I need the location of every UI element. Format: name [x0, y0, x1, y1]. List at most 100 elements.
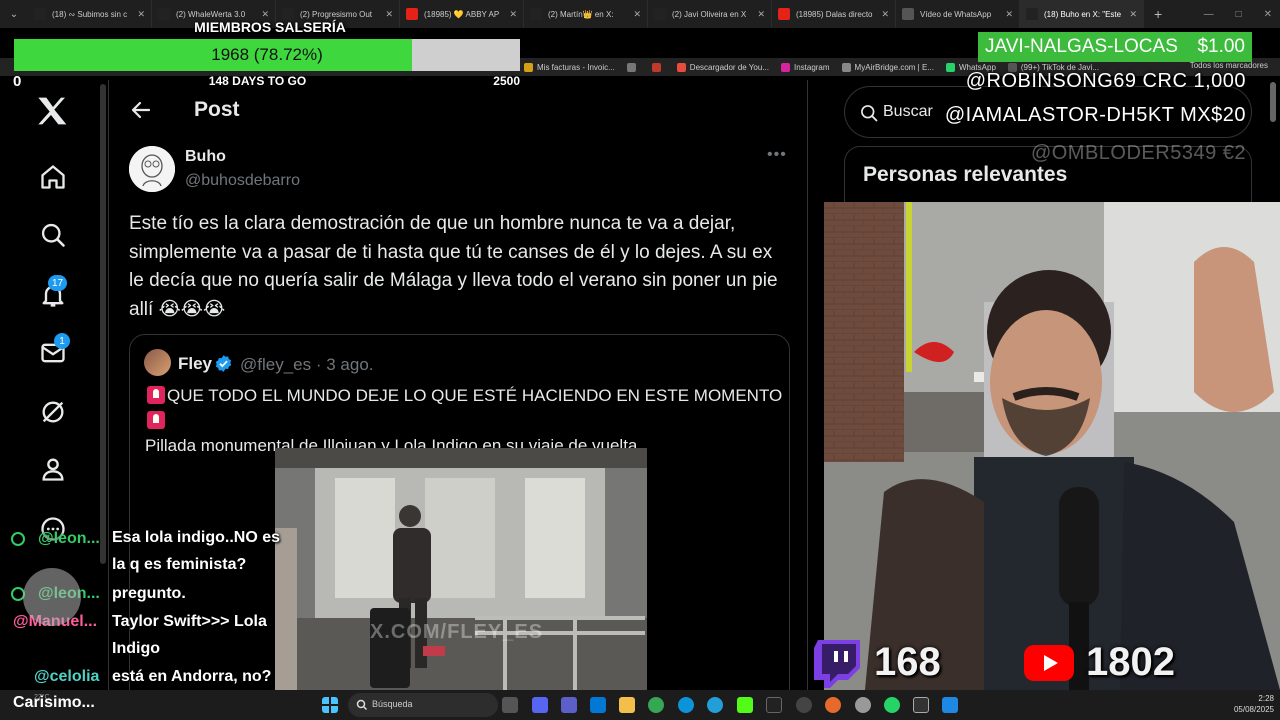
- author-handle[interactable]: @buhosdebarro: [185, 172, 300, 190]
- quoted-video-thumbnail[interactable]: X.COM/FLEY_ES: [275, 448, 647, 708]
- donation-top-name: JAVI-NALGAS-LOCAS: [985, 36, 1178, 57]
- taskbar-search[interactable]: Búsqueda: [348, 693, 498, 717]
- goal-days-left: 148 DAYS TO GO: [208, 74, 307, 88]
- browser-tab[interactable]: (2) Martín👑 en X: ✕: [524, 0, 648, 28]
- notifications-badge: 17: [48, 275, 68, 291]
- search-icon: [859, 103, 879, 123]
- teams-icon[interactable]: [561, 697, 577, 713]
- tab-close-icon[interactable]: ✕: [1129, 9, 1137, 20]
- tab-close-icon[interactable]: ✕: [385, 9, 393, 20]
- tab-search-button[interactable]: ⌄: [0, 0, 28, 28]
- telegram-icon[interactable]: [707, 697, 723, 713]
- post-column: Post Buho @buhosdebarro ••• Este tío es …: [108, 80, 808, 714]
- app-icon[interactable]: [825, 697, 841, 713]
- explore-search-icon[interactable]: [36, 218, 70, 252]
- tab-label: (18) Buho en X: "Este: [1044, 9, 1122, 19]
- tab-close-icon[interactable]: ✕: [757, 9, 765, 20]
- bookmark-item[interactable]: Instagram: [780, 62, 830, 72]
- tab-favicon-icon: [778, 8, 790, 20]
- bookmark-favicon-icon: [626, 62, 636, 72]
- outlook-icon[interactable]: [590, 697, 606, 713]
- tab-close-icon[interactable]: ✕: [137, 9, 145, 20]
- windows-start-icon[interactable]: [322, 697, 338, 713]
- more-dots-icon[interactable]: •••: [767, 146, 787, 164]
- back-arrow-icon[interactable]: [129, 98, 153, 122]
- windows-taskbar: Búsqueda 2:28 05/08/2025: [0, 690, 1280, 720]
- quoted-author-avatar[interactable]: [144, 349, 171, 376]
- youtube-logo-icon: [1024, 645, 1074, 681]
- chat-message-line: Esa lola indigo..NO es: [112, 529, 281, 546]
- browser-tab[interactable]: (2) Javi Oliveira en X ✕: [648, 0, 772, 28]
- app-icon[interactable]: [942, 697, 958, 713]
- task-view-icon[interactable]: [502, 697, 518, 713]
- chat-username[interactable]: @leon...: [38, 530, 100, 548]
- chat-message-line: pregunto.: [112, 585, 186, 602]
- tab-label: (2) Javi Oliveira en X: [672, 9, 747, 19]
- browser-tab[interactable]: (18) ∾ Subimos sin c ✕: [28, 0, 152, 28]
- chat-username[interactable]: Carisimo...: [13, 694, 95, 712]
- author-avatar[interactable]: [129, 146, 175, 192]
- relevant-people-title: Personas relevantes: [863, 163, 1068, 186]
- grok-icon[interactable]: [36, 395, 70, 429]
- chat-username[interactable]: @celolia: [34, 668, 99, 686]
- quoted-author-handle[interactable]: @fley_es · 3 ago.: [240, 355, 374, 375]
- sidebar-scrollbar[interactable]: [100, 84, 106, 564]
- settings-icon[interactable]: [796, 697, 812, 713]
- bookmark-item[interactable]: [626, 62, 640, 72]
- tab-close-icon[interactable]: ✕: [261, 9, 269, 20]
- quoted-author-name[interactable]: Fley: [178, 354, 212, 374]
- chrome-icon[interactable]: [648, 697, 664, 713]
- bookmark-item[interactable]: [651, 62, 665, 72]
- donation-entry: @IAMALASTOR-DH5KT MX$20: [944, 104, 1246, 126]
- donation-highlight: JAVI-NALGAS-LOCAS $1.00: [978, 32, 1252, 62]
- page-scrollbar[interactable]: [1270, 82, 1276, 122]
- bookmark-favicon-icon: [841, 62, 851, 72]
- webcam-feed: [824, 202, 1280, 690]
- tab-close-icon[interactable]: ✕: [633, 9, 641, 20]
- post-text: Este tío es la clara demostración de que…: [129, 213, 778, 320]
- messages-badge: 1: [54, 333, 70, 349]
- weather-temp: 27°C: [34, 694, 50, 701]
- donation-entry: @ROBINSONG69 CRC 1,000: [965, 70, 1246, 92]
- tab-favicon-icon: [34, 8, 46, 20]
- tab-close-icon[interactable]: ✕: [881, 9, 889, 20]
- bookmark-item[interactable]: Descargador de You...: [676, 62, 769, 72]
- bookmark-item[interactable]: Mis facturas - Invoic...: [524, 62, 615, 72]
- quoted-text: QUE TODO EL MUNDO DEJE LO QUE ESTÉ HACIE…: [145, 383, 785, 458]
- file-explorer-icon[interactable]: [619, 697, 635, 713]
- tab-close-icon[interactable]: ✕: [1005, 9, 1013, 20]
- browser-tab[interactable]: (18985) Dalas directo ✕: [772, 0, 896, 28]
- tab-favicon-icon: [902, 8, 914, 20]
- edge-icon[interactable]: [678, 697, 694, 713]
- close-window-icon[interactable]: ✕: [1264, 9, 1272, 20]
- chat-emote-icon: [11, 532, 25, 546]
- taskbar-clock[interactable]: 2:28 05/08/2025: [1226, 693, 1274, 715]
- snipping-tool-icon[interactable]: [913, 697, 929, 713]
- browser-tab[interactable]: (18) Buho en X: "Este ✕: [1020, 0, 1144, 28]
- all-bookmarks[interactable]: Todos los marcadores: [1190, 61, 1268, 70]
- discord-icon[interactable]: [532, 697, 548, 713]
- siren-emoji-icon: [147, 386, 165, 404]
- minimize-icon[interactable]: —: [1204, 9, 1214, 20]
- home-icon[interactable]: [36, 160, 70, 194]
- obs-icon[interactable]: [766, 697, 782, 713]
- whatsapp-icon[interactable]: [884, 697, 900, 713]
- profile-icon[interactable]: [36, 452, 70, 486]
- search-icon: [356, 699, 368, 711]
- author-name[interactable]: Buho: [185, 148, 226, 166]
- x-logo-icon[interactable]: [36, 94, 70, 128]
- bookmark-favicon-icon: [780, 62, 790, 72]
- goal-title: MIEMBROS SALSERÍA: [194, 19, 346, 35]
- taskbar-search-label: Búsqueda: [372, 699, 413, 709]
- maximize-icon[interactable]: □: [1236, 9, 1242, 20]
- quoted-post[interactable]: Fley @fley_es · 3 ago. QUE TODO EL MUNDO…: [129, 334, 790, 714]
- floating-chat-button[interactable]: [23, 568, 81, 626]
- tab-close-icon[interactable]: ✕: [509, 9, 517, 20]
- kick-icon[interactable]: [737, 697, 753, 713]
- browser-tab[interactable]: (18985) 💛 ABBY AP ✕: [400, 0, 524, 28]
- twitch-viewer-count: 168: [874, 640, 941, 684]
- app-icon[interactable]: [855, 697, 871, 713]
- video-watermark: X.COM/FLEY_ES: [370, 621, 544, 643]
- browser-tab[interactable]: Vídeo de WhatsApp ✕: [896, 0, 1020, 28]
- new-tab-button[interactable]: +: [1144, 6, 1172, 22]
